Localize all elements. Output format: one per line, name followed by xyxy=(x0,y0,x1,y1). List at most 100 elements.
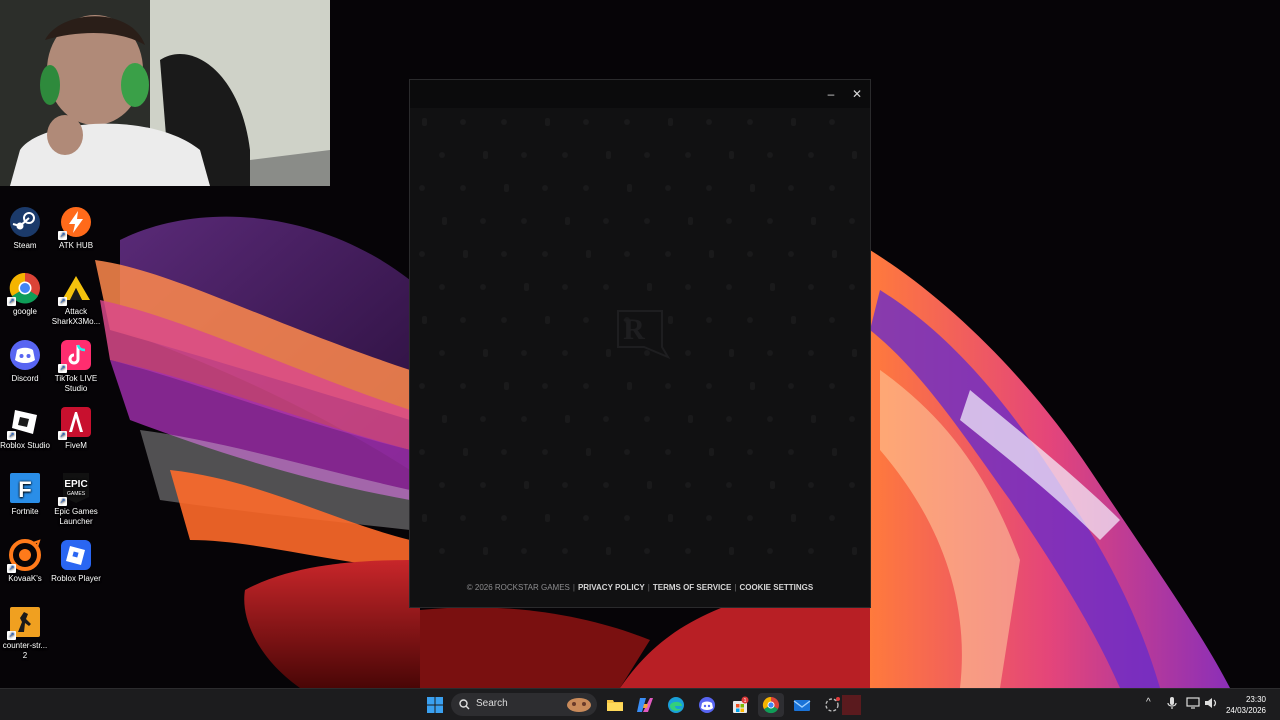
desktop-icon-atk-hub[interactable]: ↗ ATK HUB xyxy=(51,206,101,251)
store-badge-count: 1 xyxy=(744,698,747,704)
taskbar-file-explorer[interactable] xyxy=(602,693,628,717)
pattern-glyph xyxy=(586,448,591,456)
pattern-glyph xyxy=(603,218,609,224)
taskbar-chrome[interactable] xyxy=(758,693,784,717)
pattern-glyph xyxy=(829,383,835,389)
pattern-glyph xyxy=(685,482,691,488)
taskbar-discord[interactable] xyxy=(694,693,720,717)
terms-of-service-link[interactable]: TERMS OF SERVICE xyxy=(653,583,732,592)
footer-separator: | xyxy=(647,583,650,592)
chrome-icon xyxy=(762,696,779,714)
minimize-button[interactable]: – xyxy=(822,86,840,102)
pattern-glyph xyxy=(542,185,548,191)
pattern-glyph xyxy=(706,317,712,323)
pattern-glyph xyxy=(627,184,632,192)
pattern-glyph xyxy=(729,547,734,555)
desktop-icon-attack-shark[interactable]: ↗ Attack SharkX3Mo... xyxy=(51,272,101,327)
taskbar-store[interactable]: 1 xyxy=(727,693,753,717)
desktop-icon-roblox-player[interactable]: Roblox Player xyxy=(51,539,101,584)
epic-glyph: EPIC xyxy=(64,479,87,490)
pattern-glyph xyxy=(791,118,796,126)
pattern-glyph xyxy=(726,218,732,224)
cookie-settings-link[interactable]: COOKIE SETTINGS xyxy=(739,583,813,592)
desktop-icon-label: google xyxy=(12,307,38,316)
desktop-icon-label: Epic Games Launcher xyxy=(54,507,98,526)
desktop-icon-epic-games[interactable]: EPIC GAMES ↗ Epic Games Launcher xyxy=(51,472,101,527)
pattern-glyph xyxy=(849,416,855,422)
microphone-icon[interactable] xyxy=(1166,696,1178,710)
steam-icon xyxy=(9,206,41,238)
desktop-icon-label: ATK HUB xyxy=(58,241,94,250)
pattern-glyph xyxy=(586,250,591,258)
pattern-glyph xyxy=(644,416,650,422)
pattern-glyph xyxy=(545,316,550,324)
network-icon[interactable] xyxy=(1186,697,1200,709)
pattern-glyph xyxy=(419,185,425,191)
pattern-glyph xyxy=(808,482,814,488)
desktop-icon-google[interactable]: ↗ google xyxy=(0,272,50,317)
pattern-glyph xyxy=(811,415,816,423)
taskbar-app-thumbnail[interactable] xyxy=(842,695,861,715)
taskbar-edge[interactable] xyxy=(663,693,689,717)
pattern-glyph xyxy=(463,250,468,258)
search-icon xyxy=(459,699,470,710)
pattern-glyph xyxy=(521,152,527,158)
pattern-glyph xyxy=(767,416,773,422)
window-titlebar[interactable]: – ✕ xyxy=(410,80,870,108)
pattern-glyph xyxy=(791,316,796,324)
pattern-glyph xyxy=(419,449,425,455)
search-label: Search xyxy=(476,698,508,709)
close-button[interactable]: ✕ xyxy=(848,86,866,102)
pattern-glyph xyxy=(709,448,714,456)
pattern-glyph xyxy=(603,284,609,290)
pattern-glyph xyxy=(788,449,794,455)
desktop-icon-roblox-studio[interactable]: ↗ Roblox Studio xyxy=(0,406,50,451)
tray-overflow-chevron[interactable]: ^ xyxy=(1146,697,1151,708)
pattern-glyph xyxy=(501,119,507,125)
desktop-icon-counter-strike[interactable]: ↗ counter-str... 2 xyxy=(0,606,50,661)
pattern-glyph xyxy=(603,482,609,488)
pattern-glyph xyxy=(829,515,835,521)
pattern-glyph xyxy=(565,217,570,225)
pattern-glyph xyxy=(685,152,691,158)
start-button[interactable] xyxy=(422,693,448,717)
pattern-glyph xyxy=(709,250,714,258)
desktop-icon-label: Roblox Player xyxy=(51,574,101,583)
footer-separator: | xyxy=(572,583,575,592)
pattern-glyph xyxy=(685,548,691,554)
pattern-glyph xyxy=(832,250,837,258)
taskbar-copilot[interactable] xyxy=(632,693,658,717)
shortcut-arrow-icon: ↗ xyxy=(7,564,16,573)
desktop-icon-kovaaks[interactable]: ↗ KovaaK's xyxy=(0,539,50,584)
pattern-glyph xyxy=(747,515,753,521)
pattern-glyph xyxy=(524,481,529,489)
pattern-glyph xyxy=(729,151,734,159)
roblox-studio-icon: ↗ xyxy=(7,406,41,440)
pattern-glyph xyxy=(439,350,445,356)
taskbar-clock[interactable]: 23:30 24/03/2026 xyxy=(1226,694,1266,716)
pattern-glyph xyxy=(770,283,775,291)
roblox-player-icon xyxy=(60,539,92,571)
fivem-icon: ↗ xyxy=(58,406,92,440)
atk-hub-icon: ↗ xyxy=(58,206,92,240)
taskbar-mail[interactable] xyxy=(789,693,815,717)
desktop-icon-label: Attack SharkX3Mo... xyxy=(51,307,101,326)
desktop-icon-discord[interactable]: Discord xyxy=(0,339,50,384)
desktop-icon-fivem[interactable]: ↗ FiveM xyxy=(51,406,101,451)
pattern-glyph xyxy=(788,383,794,389)
pattern-glyph xyxy=(791,514,796,522)
volume-icon[interactable] xyxy=(1204,696,1218,710)
shortcut-arrow-icon: ↗ xyxy=(7,431,16,440)
desktop-icon-tiktok-live[interactable]: ↗ TikTok LIVE Studio xyxy=(51,339,101,394)
desktop-icon-fortnite[interactable]: F Fortnite xyxy=(0,472,50,517)
desktop-icon-steam[interactable]: Steam xyxy=(0,206,50,251)
pattern-glyph xyxy=(504,184,509,192)
pattern-glyph xyxy=(726,284,732,290)
taskbar-search[interactable]: Search xyxy=(451,693,597,716)
fortnite-icon: F xyxy=(9,472,41,504)
pattern-glyph xyxy=(685,284,691,290)
outlook-icon xyxy=(793,700,811,711)
pattern-glyph xyxy=(668,118,673,126)
privacy-policy-link[interactable]: PRIVACY POLICY xyxy=(578,583,645,592)
pattern-glyph xyxy=(644,152,650,158)
